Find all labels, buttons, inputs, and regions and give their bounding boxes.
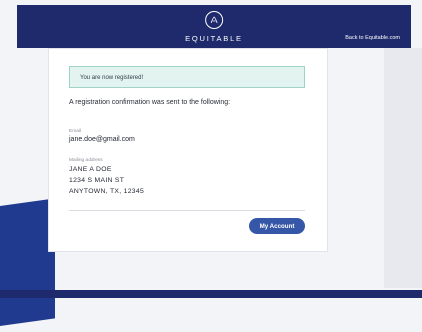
address-line-street: 1234 S MAIN ST	[69, 177, 125, 184]
email-value: jane.doe@gmail.com	[69, 136, 135, 143]
email-label: Email	[69, 129, 81, 134]
brand-emblem-icon	[205, 11, 223, 29]
success-banner: You are now registered!	[69, 66, 305, 88]
mailing-address-label: Mailing address	[69, 158, 103, 163]
registration-card: You are now registered! A registration c…	[48, 48, 328, 252]
brand-name: EQUITABLE	[185, 34, 243, 43]
address-line-name: JANE A DOE	[69, 166, 112, 173]
background-panel	[384, 48, 422, 288]
background-shape	[0, 198, 55, 332]
top-header: EQUITABLE Back to Equitable.com	[17, 5, 411, 48]
back-to-site-link[interactable]: Back to Equitable.com	[345, 35, 400, 41]
divider	[69, 210, 305, 211]
my-account-button[interactable]: My Account	[249, 218, 305, 234]
brand-logo[interactable]: EQUITABLE	[185, 11, 243, 43]
address-line-city: ANYTOWN, TX, 12345	[69, 188, 145, 195]
success-message: You are now registered!	[80, 75, 144, 81]
footer-bar	[0, 290, 422, 298]
confirmation-intro: A registration confirmation was sent to …	[69, 99, 231, 106]
